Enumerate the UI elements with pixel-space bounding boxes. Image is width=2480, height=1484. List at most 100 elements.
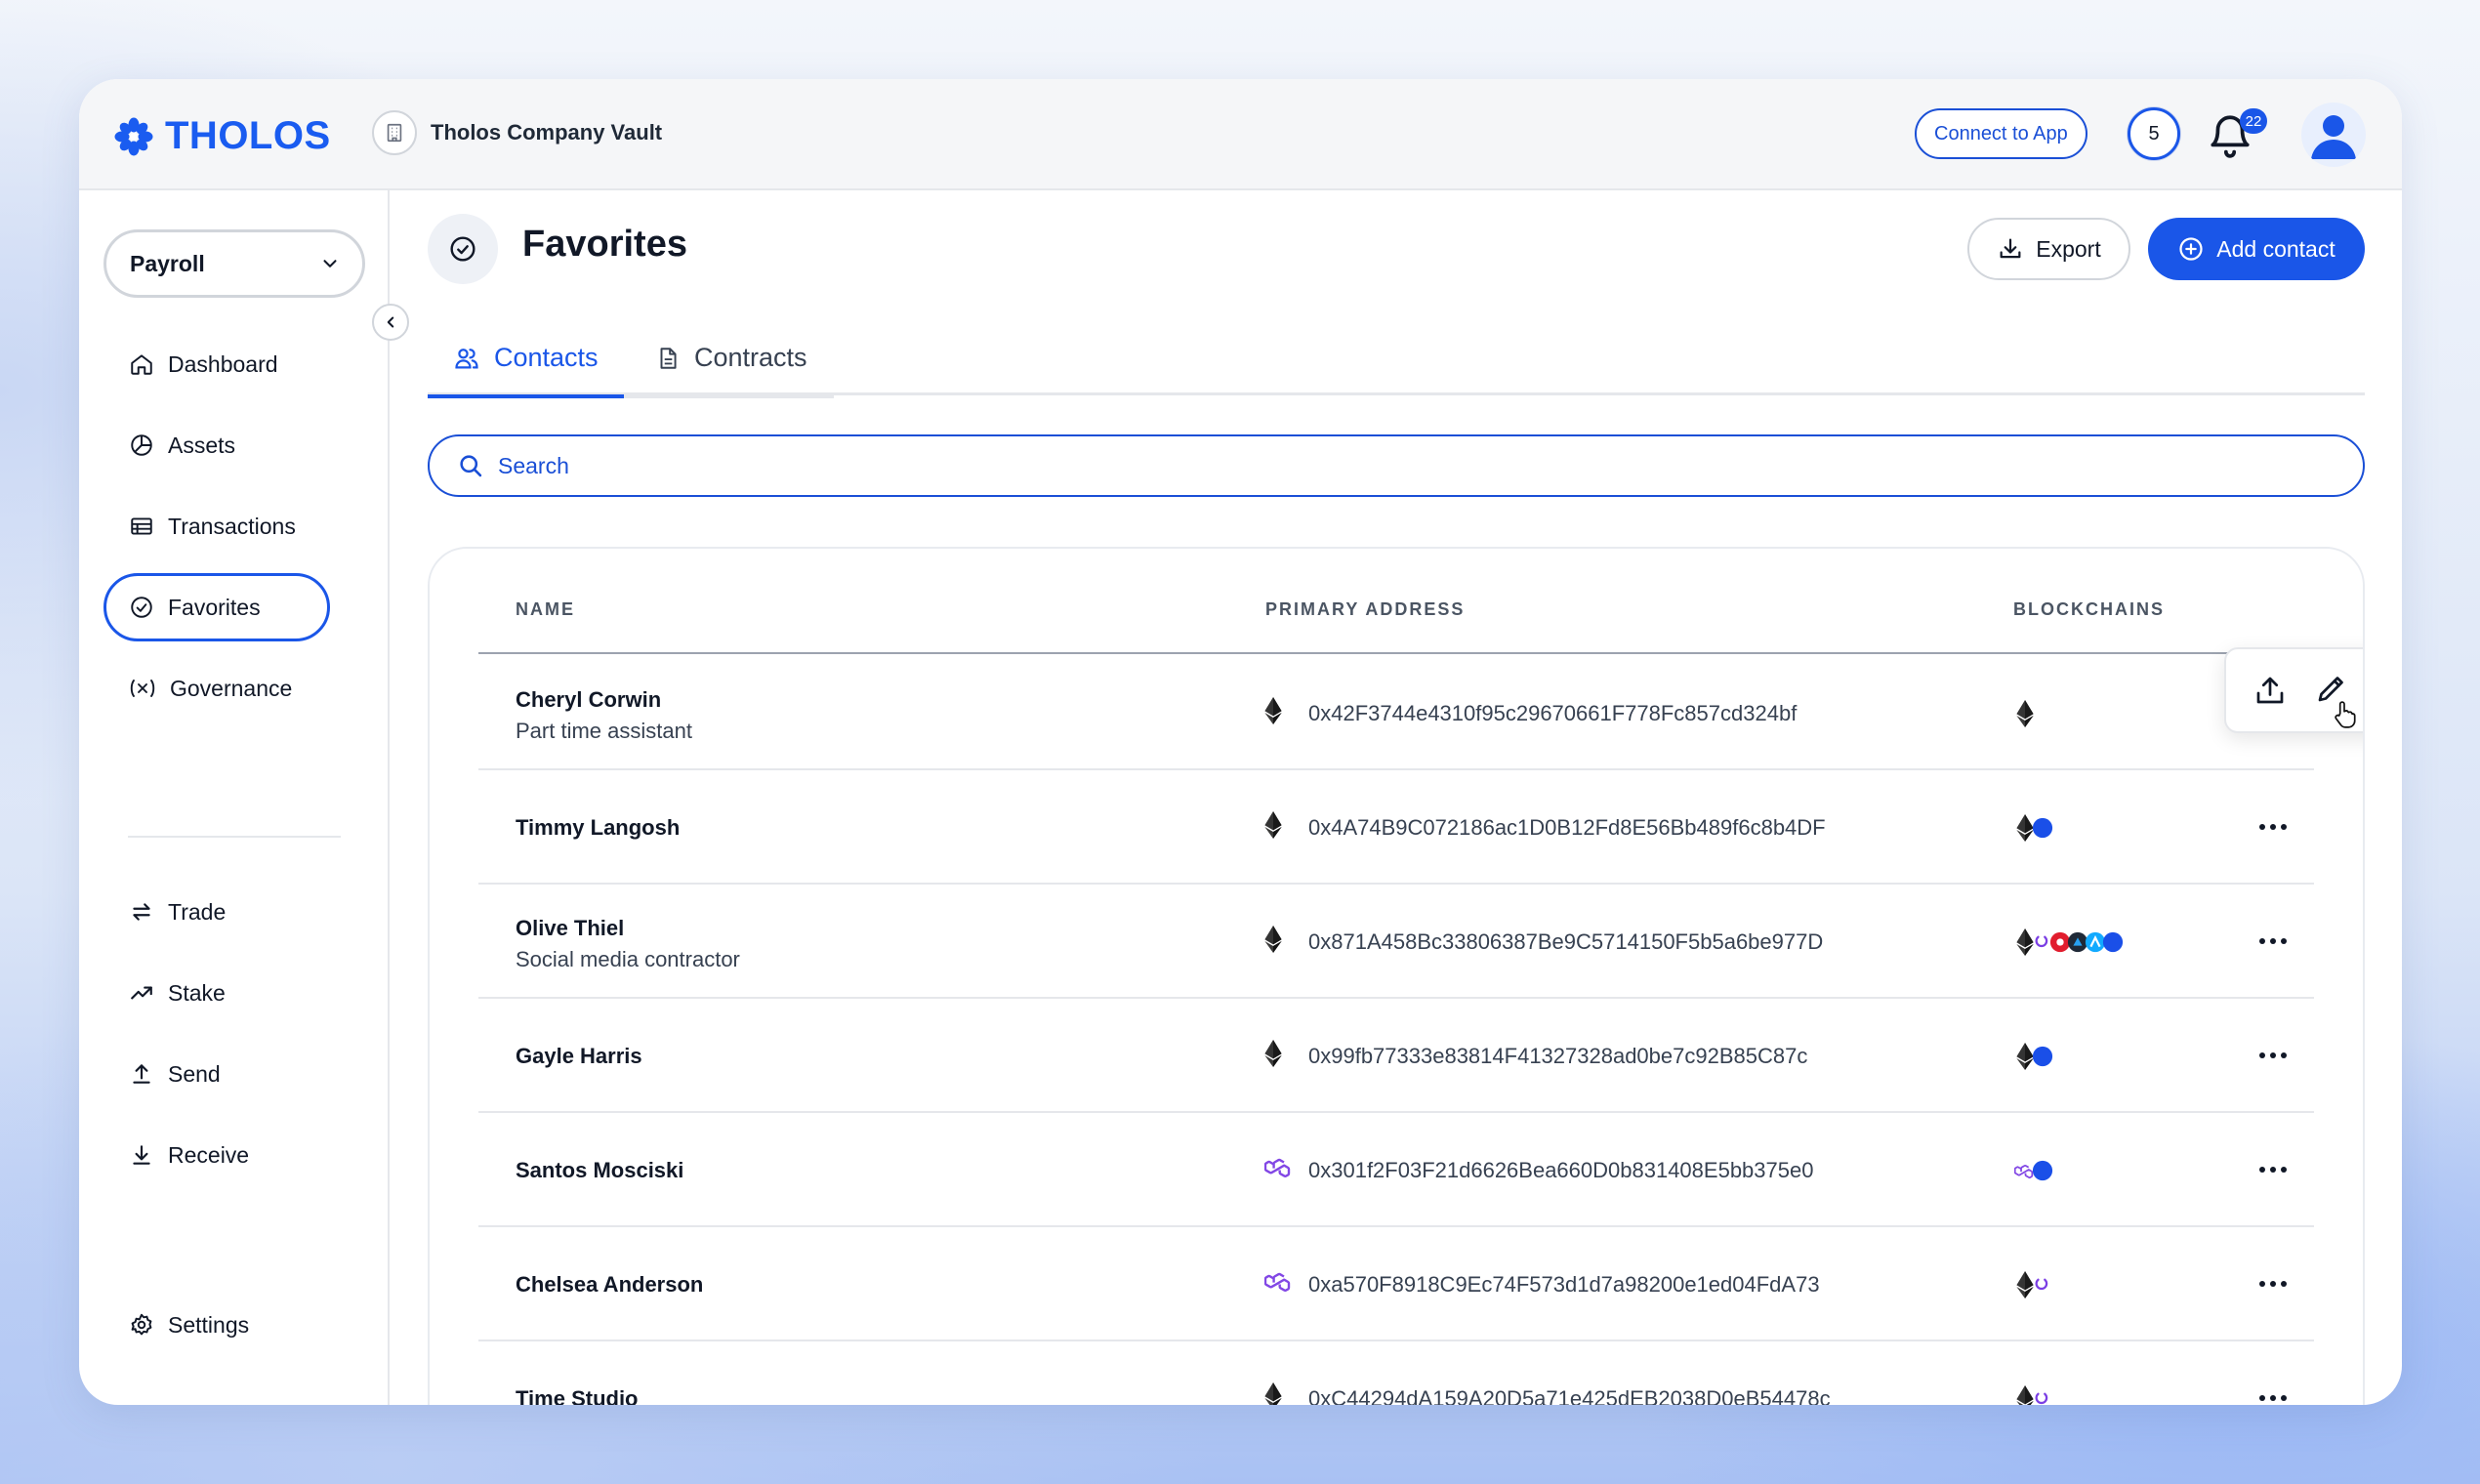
avatar[interactable] xyxy=(2301,103,2366,167)
ethereum-icon xyxy=(1264,697,1292,728)
moon-icon xyxy=(2032,1044,2053,1069)
sidebar-item-dashboard[interactable]: Dashboard xyxy=(103,330,330,398)
sidebar-item-settings[interactable]: Settings xyxy=(103,1291,330,1359)
primary-address: 0xC44294dA159A20D5a71e425dEB2038D0eB5447… xyxy=(1308,1386,1831,1405)
tab-label: Contacts xyxy=(494,343,599,372)
connect-to-app-button[interactable]: Connect to App xyxy=(1915,108,2087,159)
tab-contracts[interactable]: Contracts xyxy=(624,321,834,398)
sidebar-item-favorites[interactable]: Favorites xyxy=(103,573,330,641)
blockchain-icons xyxy=(2014,814,2053,842)
search-bar[interactable] xyxy=(428,434,2365,497)
contact-name: Time Studio xyxy=(516,1386,639,1405)
blockchain-icons xyxy=(2014,1157,2053,1184)
contact-name: Santos Mosciski xyxy=(516,1158,684,1182)
ethereum-icon xyxy=(1264,926,1292,957)
sidebar-item-label: Governance xyxy=(170,675,293,701)
sidebar-item-label: Receive xyxy=(168,1141,250,1168)
blockchain-icons xyxy=(2014,1385,2053,1405)
page-title: Favorites xyxy=(522,224,687,265)
sidebar-item-receive[interactable]: Receive xyxy=(103,1121,330,1189)
sidebar-item-send[interactable]: Send xyxy=(103,1040,330,1108)
user-avatar-icon xyxy=(2311,115,2356,159)
account-select[interactable]: Payroll xyxy=(103,229,365,298)
gear-icon xyxy=(131,1313,152,1336)
sidebar-item-label: Assets xyxy=(168,432,236,458)
column-header-address: PRIMARY ADDRESS xyxy=(1265,599,1466,619)
export-button[interactable]: Export xyxy=(1967,218,2130,280)
download-icon xyxy=(2000,238,2021,259)
table-row[interactable]: Cheryl Corwin Part time assistant 0x42F374… xyxy=(478,656,2314,770)
blockchain-icons xyxy=(2014,928,2124,956)
primary-address: 0x871A458Bc33806387Be9C5714150F5b5a6be97… xyxy=(1308,929,1824,954)
header-divider xyxy=(478,652,2314,654)
sidebar-item-label: Favorites xyxy=(168,594,261,620)
primary-address: 0x301f2F03F21d6626Bea660D0b831408E5bb375… xyxy=(1308,1158,1814,1182)
tab-label: Contracts xyxy=(694,343,807,372)
trend-up-icon xyxy=(131,986,152,1000)
table-row[interactable]: Santos Mosciski 0x301f2F03F21d6626Bea660D… xyxy=(478,1113,2314,1227)
contact-name: Timmy Langosh xyxy=(516,815,681,840)
sidebar-item-label: Send xyxy=(168,1060,221,1087)
sidebar-item-stake[interactable]: Stake xyxy=(103,959,330,1027)
share-icon[interactable] xyxy=(2253,673,2288,708)
table-row[interactable]: Olive Thiel Social media contractor 0x871A… xyxy=(478,885,2314,999)
logo[interactable]: THOLOS xyxy=(114,114,331,158)
contact-subtitle: Social media contractor xyxy=(516,947,740,971)
notification-count-badge: 22 xyxy=(2240,108,2267,134)
check-circle-icon xyxy=(131,597,152,618)
contacts-table: NAME PRIMARY ADDRESS BLOCKCHAINS Cheryl … xyxy=(428,547,2365,1405)
polygon-icon xyxy=(1263,1154,1292,1185)
optimism-ring-icon xyxy=(2032,1272,2053,1298)
primary-address: 0x99fb77333e83814F41327328ad0be7c92B85C8… xyxy=(1308,1044,1808,1068)
blockchain-icons xyxy=(2014,700,2036,727)
sidebar-item-transactions[interactable]: Transactions xyxy=(103,492,330,560)
sidebar-item-label: Dashboard xyxy=(168,350,278,377)
account-select-value: Payroll xyxy=(130,250,205,276)
more-options-button[interactable] xyxy=(2253,1266,2293,1301)
home-icon xyxy=(131,354,152,375)
add-contact-label: Add contact xyxy=(2216,235,2335,262)
more-options-button[interactable] xyxy=(2253,1038,2293,1073)
search-input[interactable] xyxy=(498,452,2255,479)
page-icon xyxy=(428,214,498,284)
more-options-button[interactable] xyxy=(2253,924,2293,959)
sidebar-item-trade[interactable]: Trade xyxy=(103,878,330,946)
table-row[interactable]: Time Studio 0xC44294dA159A20D5a71e425dEB2… xyxy=(478,1341,2314,1405)
pending-count-badge[interactable]: 5 xyxy=(2128,107,2180,160)
export-label: Export xyxy=(2036,235,2101,262)
ethereum-icon xyxy=(1264,1040,1292,1071)
collapse-sidebar-button[interactable] xyxy=(372,304,409,341)
sidebar-item-governance[interactable]: Governance xyxy=(103,654,330,722)
optimism-ring-icon xyxy=(2032,1386,2053,1405)
contact-name: Cheryl Corwin xyxy=(516,687,662,712)
moon-icon xyxy=(2032,815,2053,841)
function-icon xyxy=(130,680,155,697)
primary-address: 0xa570F8918C9Ec74F573d1d7a98200e1ed04FdA… xyxy=(1308,1272,1820,1297)
app-window: THOLOS Tholos Company Vault Connect to A… xyxy=(79,79,2402,1405)
hand-cursor-icon xyxy=(2335,701,2356,728)
table-row[interactable]: Gayle Harris 0x99fb77333e83814F41327328ad… xyxy=(478,999,2314,1113)
more-options-button[interactable] xyxy=(2253,1152,2293,1187)
sidebar: Payroll Dashboard Assets Transactions Fa… xyxy=(79,190,390,1405)
polygon-icon xyxy=(1263,1268,1292,1299)
sidebar-item-label: Settings xyxy=(168,1311,250,1338)
table-icon xyxy=(131,517,152,535)
swap-icon xyxy=(133,903,150,921)
vault-switcher[interactable]: Tholos Company Vault xyxy=(372,110,662,155)
plus-circle-icon xyxy=(2179,237,2203,261)
table-row[interactable]: Timmy Langosh 0x4A74B9C072186ac1D0B12Fd8E… xyxy=(478,770,2314,885)
edit-action[interactable] xyxy=(2312,661,2356,728)
table-row[interactable]: Chelsea Anderson 0xa570F8918C9Ec74F573d1d… xyxy=(478,1227,2314,1341)
blockchain-icons xyxy=(2014,1271,2053,1298)
search-icon xyxy=(460,455,482,477)
primary-address: 0x4A74B9C072186ac1D0B12Fd8E56Bb489f6c8b4… xyxy=(1308,815,1826,840)
top-bar: THOLOS Tholos Company Vault Connect to A… xyxy=(79,79,2402,190)
users-icon xyxy=(455,348,478,368)
more-options-button[interactable] xyxy=(2253,809,2293,845)
sidebar-divider xyxy=(128,836,341,838)
more-options-button[interactable] xyxy=(2253,1381,2293,1405)
sidebar-item-assets[interactable]: Assets xyxy=(103,411,330,479)
add-contact-button[interactable]: Add contact xyxy=(2148,218,2365,280)
pie-chart-icon xyxy=(131,434,152,456)
tab-contacts[interactable]: Contacts xyxy=(428,321,624,398)
